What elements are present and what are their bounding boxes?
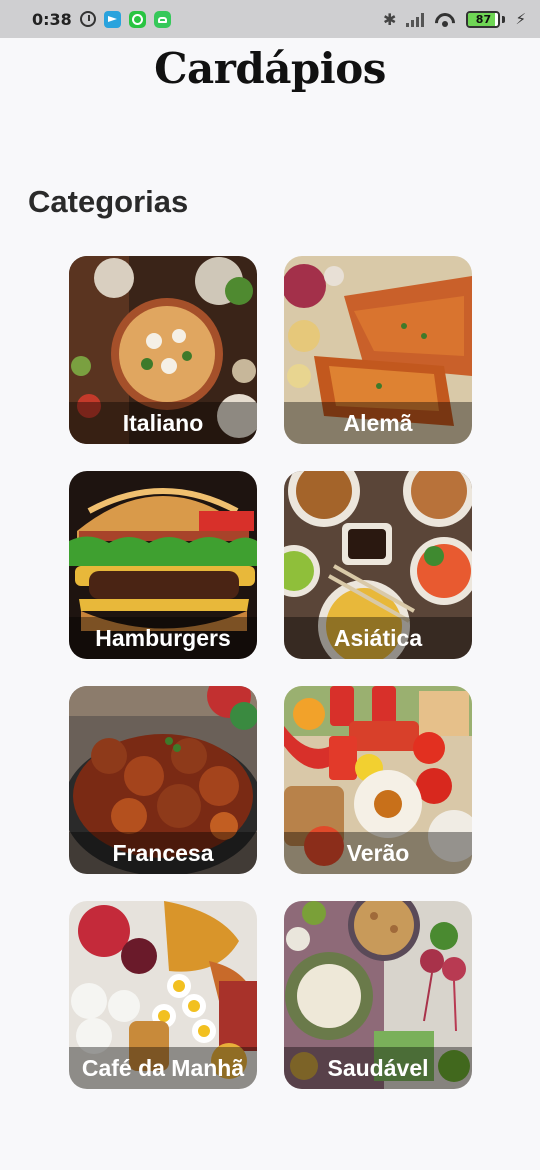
category-label: Hamburgers [69,617,257,659]
charging-icon: ⚡ [515,10,526,28]
category-card-alema[interactable]: Alemã [284,256,472,444]
category-label: Verão [284,832,472,874]
category-grid: Italiano Alemã Hamburgers Asiática Franc… [69,256,472,1089]
alarm-icon [79,11,96,27]
category-label: Italiano [69,402,257,444]
android-icon [153,10,171,28]
category-label: Saudável [284,1047,472,1089]
status-bar: 0:38 ✱ 87 ⚡ [0,0,540,38]
battery-level: 87 [475,12,492,26]
category-card-hamburgers[interactable]: Hamburgers [69,471,257,659]
category-label: Francesa [69,832,257,874]
category-label: Alemã [284,402,472,444]
signal-icon [406,11,425,27]
status-time: 0:38 [32,9,72,29]
wifi-icon [434,11,456,27]
category-label: Asiática [284,617,472,659]
telegram-icon [103,10,121,28]
category-card-francesa[interactable]: Francesa [69,686,257,874]
whatsapp-icon [128,10,146,28]
category-card-asiatica[interactable]: Asiática [284,471,472,659]
battery-tip [502,15,506,23]
battery-icon: 87 [466,10,501,28]
category-card-italiano[interactable]: Italiano [69,256,257,444]
category-label: Café da Manhã [69,1047,257,1089]
category-card-verao[interactable]: Verão [284,686,472,874]
section-title: Categorias [28,184,189,219]
bluetooth-icon: ✱ [383,9,397,29]
page-title: Cardápios [154,44,386,93]
category-card-saudavel[interactable]: Saudável [284,901,472,1089]
category-card-cafe-da-manha[interactable]: Café da Manhã [69,901,257,1089]
